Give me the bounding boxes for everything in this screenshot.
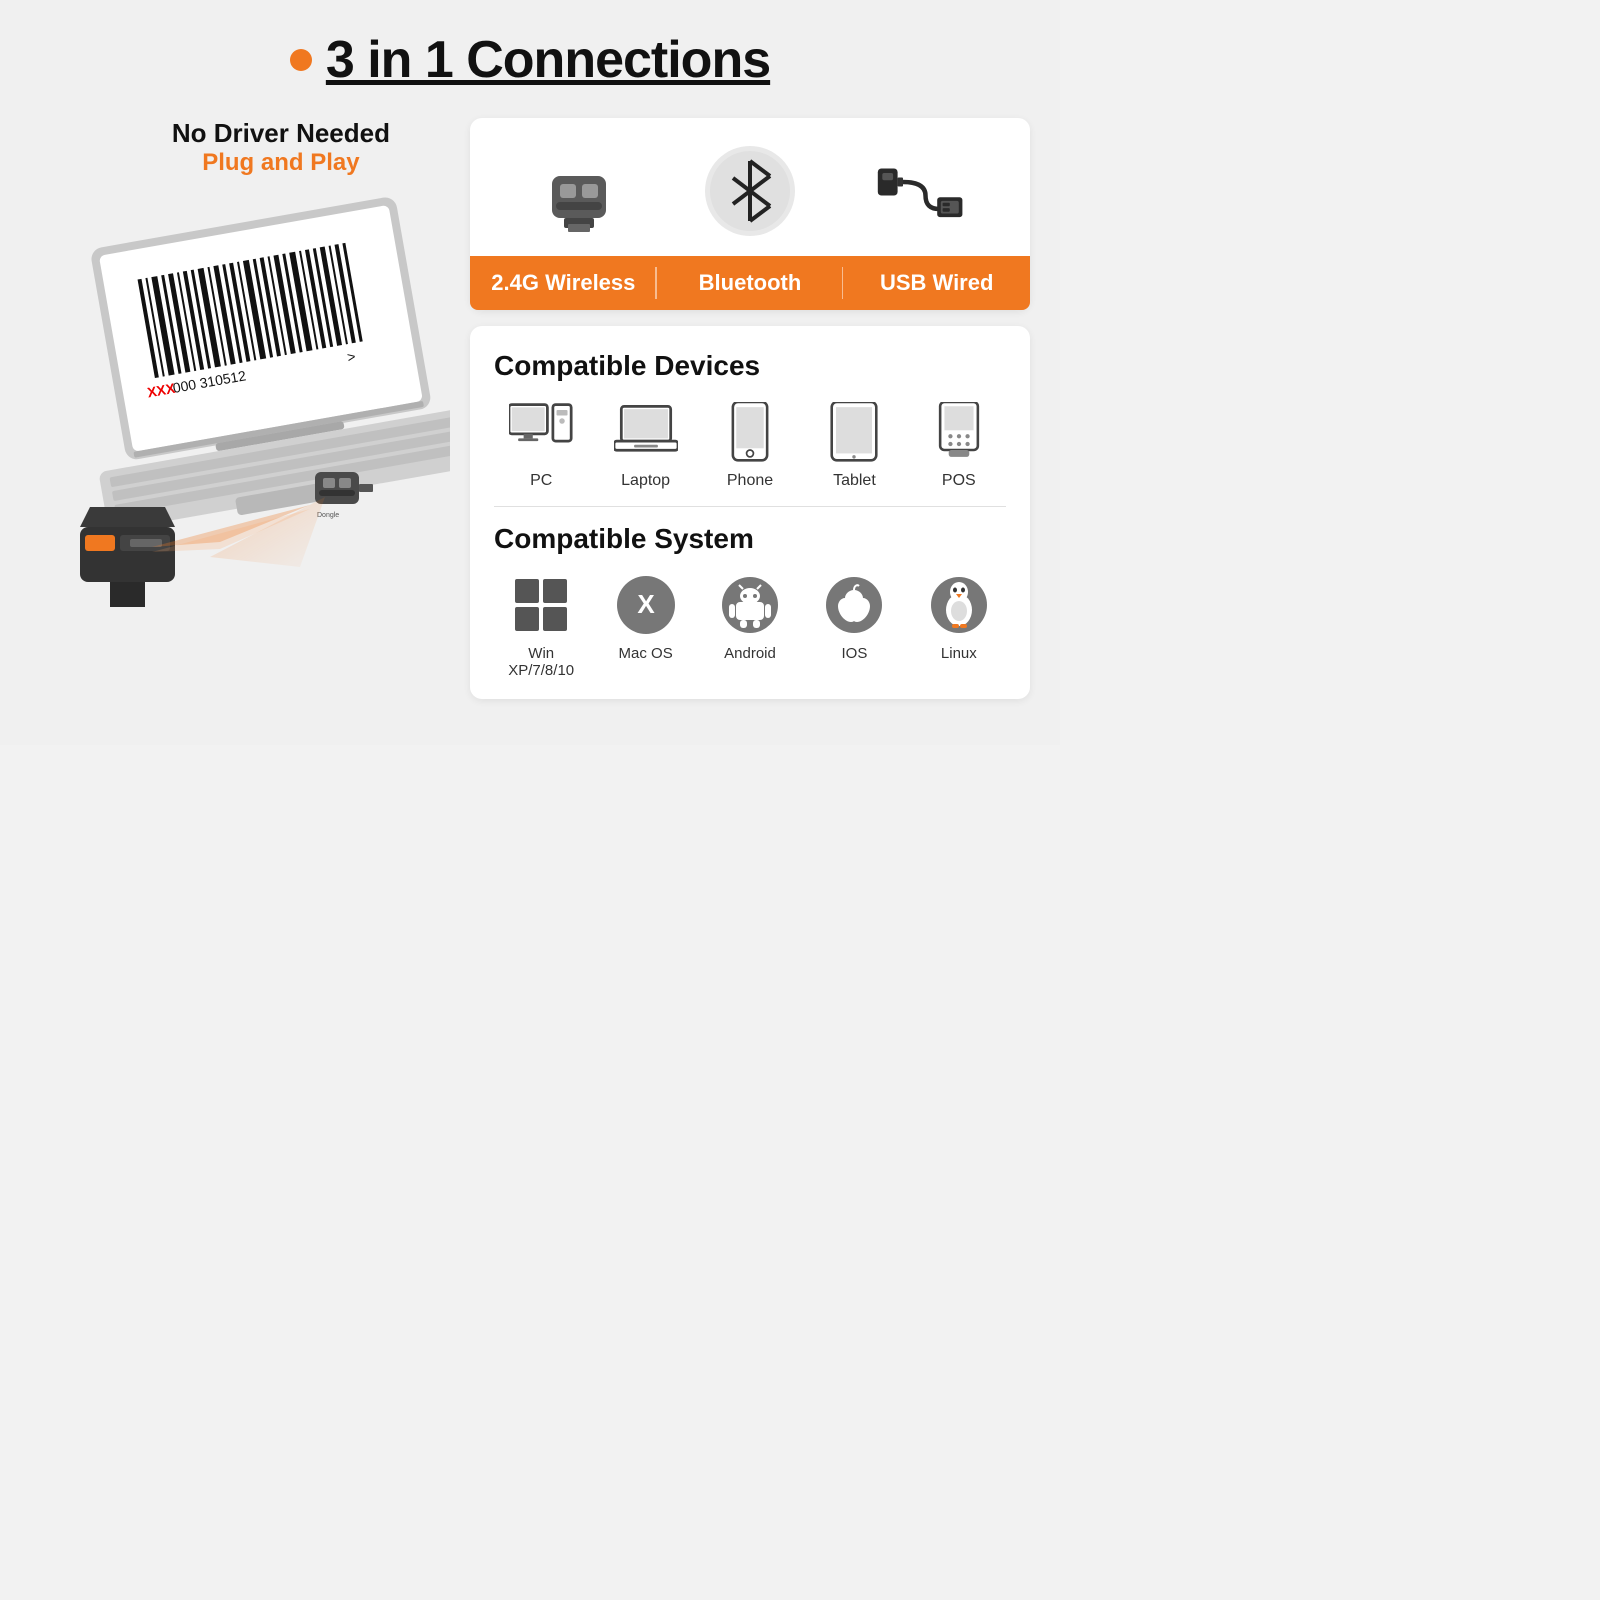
divider	[494, 506, 1006, 507]
device-pos: POS	[912, 400, 1006, 490]
connection-labels-bar: 2.4G Wireless Bluetooth USB Wired	[470, 256, 1030, 310]
linux-label: Linux	[941, 645, 977, 662]
device-phone: Phone	[703, 400, 797, 490]
android-icon	[718, 573, 782, 637]
laptop-svg: XXX 000 310512 >	[30, 187, 450, 607]
system-linux: Linux	[912, 573, 1006, 662]
compatible-devices-title: Compatible Devices	[494, 350, 1006, 382]
device-tablet: Tablet	[807, 400, 901, 490]
device-pc: PC	[494, 400, 588, 490]
compatible-system-row: Win XP/7/8/10 X	[494, 573, 1006, 679]
pc-label: PC	[530, 472, 552, 490]
wireless-item	[494, 146, 665, 236]
connection-icons-row	[494, 146, 1006, 256]
svg-text:Dongle: Dongle	[317, 512, 339, 519]
laptop-icon	[614, 400, 678, 464]
usb-dongle-icon	[534, 146, 624, 236]
bluetooth-item	[665, 146, 836, 236]
macos-icon: X	[614, 573, 678, 637]
laptop-illustration: XXX 000 310512 >	[30, 187, 450, 607]
macos-label: Mac OS	[619, 645, 673, 662]
system-android: Android	[703, 573, 797, 662]
phone-icon	[718, 400, 782, 464]
header-dot-icon	[290, 49, 312, 71]
pos-icon	[927, 400, 991, 464]
pos-label: POS	[942, 472, 976, 490]
device-laptop: Laptop	[598, 400, 692, 490]
page: 3 in 1 Connections No Driver Needed Plug…	[0, 0, 1060, 745]
page-title: 3 in 1 Connections	[326, 30, 770, 90]
system-ios: IOS	[807, 573, 901, 662]
plug-and-play-text: Plug and Play	[172, 149, 390, 177]
linux-icon	[927, 573, 991, 637]
system-windows: Win XP/7/8/10	[494, 573, 588, 679]
pc-icon	[509, 400, 573, 464]
ios-label: IOS	[842, 645, 868, 662]
right-panel: 2.4G Wireless Bluetooth USB Wired Compat…	[470, 118, 1030, 715]
usb-cable-icon	[876, 146, 966, 236]
compatible-system-title: Compatible System	[494, 523, 1006, 555]
windows-label: Win XP/7/8/10	[494, 645, 588, 679]
ios-icon	[822, 573, 886, 637]
label-wireless: 2.4G Wireless	[470, 256, 657, 310]
tablet-icon	[822, 400, 886, 464]
header: 3 in 1 Connections	[30, 30, 1030, 90]
connection-box: 2.4G Wireless Bluetooth USB Wired	[470, 118, 1030, 310]
usb-wired-item	[835, 146, 1006, 236]
windows-icon	[509, 573, 573, 637]
label-bluetooth: Bluetooth	[657, 256, 844, 310]
macos-circle: X	[617, 576, 675, 634]
svg-text:X: X	[637, 589, 655, 619]
laptop-label: Laptop	[621, 472, 670, 490]
left-panel: No Driver Needed Plug and Play	[30, 118, 450, 607]
bluetooth-icon	[705, 146, 795, 236]
phone-label: Phone	[727, 472, 773, 490]
no-driver-heading: No Driver Needed	[172, 118, 390, 149]
label-usb: USB Wired	[843, 256, 1030, 310]
system-macos: X Mac OS	[598, 573, 692, 662]
no-driver-text: No Driver Needed Plug and Play	[172, 118, 390, 177]
tablet-label: Tablet	[833, 472, 876, 490]
main-content: No Driver Needed Plug and Play	[30, 118, 1030, 715]
compatible-devices-row: PC	[494, 400, 1006, 490]
compatible-devices-box: Compatible Devices	[470, 326, 1030, 699]
android-label: Android	[724, 645, 776, 662]
